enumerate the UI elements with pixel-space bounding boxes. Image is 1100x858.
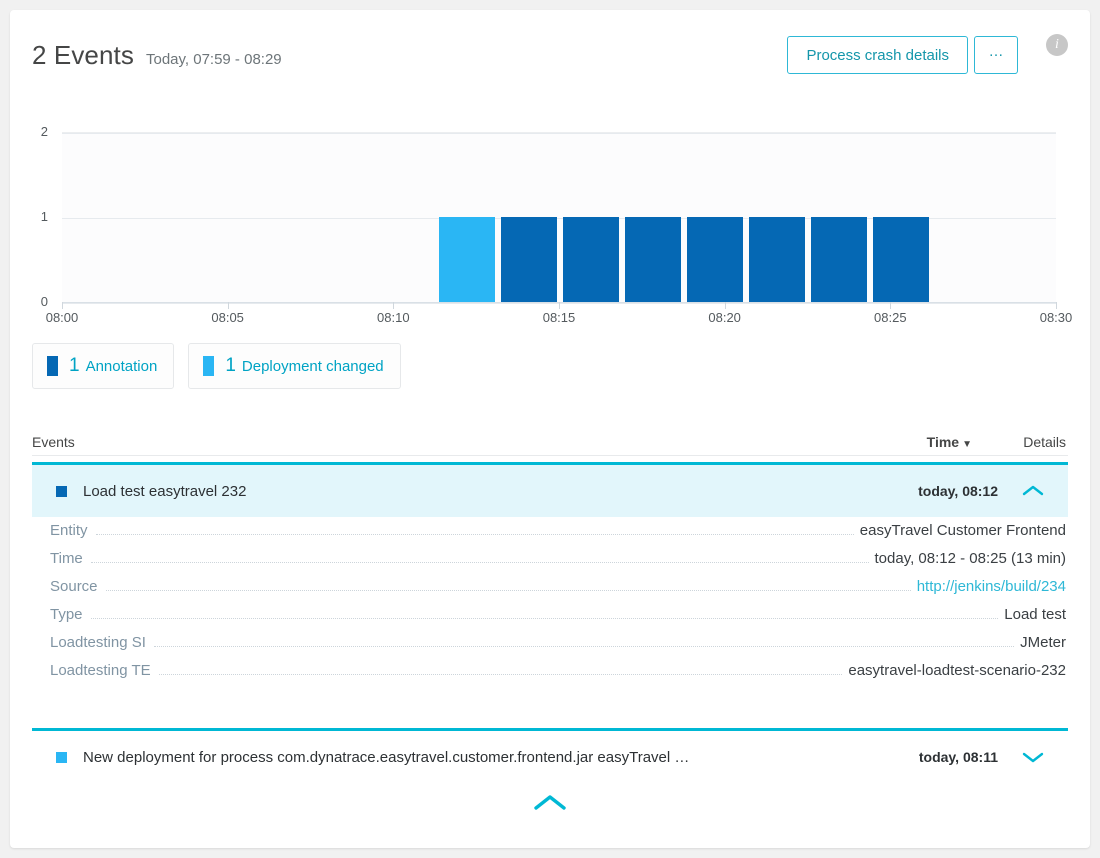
detail-row: Loadtesting TE easytravel-loadtest-scenar… — [32, 662, 1068, 690]
detail-leader-line — [153, 645, 1015, 647]
sort-descending-icon: ▼ — [962, 439, 972, 450]
detail-row: Type Load test — [32, 606, 1068, 634]
event-time: today, 08:12 — [918, 483, 998, 499]
detail-leader-line — [90, 617, 999, 619]
chart-x-tick — [227, 302, 229, 309]
detail-key: Source — [50, 578, 98, 595]
process-crash-details-button[interactable]: Process crash details — [787, 36, 968, 74]
event-title: Load test easytravel 232 — [83, 482, 247, 500]
legend-item-annotation[interactable]: 1 Annotation — [32, 343, 175, 389]
chart-x-tick-label: 08:00 — [45, 310, 79, 325]
expand-row-icon[interactable] — [998, 750, 1068, 764]
legend-label: Deployment changed — [241, 357, 384, 375]
chart-x-tick-label: 08:25 — [874, 310, 907, 325]
chart-x-tick — [890, 302, 892, 309]
chart-x-tick-label: 08:20 — [708, 310, 741, 325]
chart-y-tick-label: 1 — [40, 209, 48, 224]
detail-key: Time — [50, 550, 83, 567]
chart-y-tick-label: 0 — [40, 294, 48, 309]
detail-row: Entity easyTravel Customer Frontend — [32, 522, 1068, 550]
more-options-button[interactable]: … — [974, 36, 1018, 74]
chart-bar[interactable] — [501, 217, 557, 302]
detail-leader-line — [90, 561, 869, 563]
detail-value: Load test — [1004, 606, 1066, 623]
chart-x-tick — [393, 302, 395, 309]
detail-leader-line — [158, 673, 843, 675]
chart-x-tick-label: 08:30 — [1039, 310, 1073, 325]
chart-x-tick — [559, 302, 560, 309]
event-type-marker-icon — [56, 485, 67, 497]
detail-value: easyTravel Customer Frontend — [859, 522, 1066, 539]
detail-row: Time today, 08:12 - 08:25 (13 min) — [32, 550, 1068, 578]
column-header-time[interactable]: Time ▼ — [802, 434, 972, 455]
header-title-group: 2 Events Today, 07:59 - 08:29 — [32, 40, 282, 71]
detail-key: Type — [50, 606, 83, 623]
detail-value: easytravel-loadtest-scenario-232 — [848, 662, 1066, 679]
events-card: 2 Events Today, 07:59 - 08:29 Process cr… — [10, 10, 1090, 848]
chart-plot-area — [62, 132, 1056, 304]
events-table-header: Events Time ▼ Details — [32, 422, 1068, 456]
event-title: New deployment for process com.dynatrace… — [83, 748, 690, 766]
detail-leader-line — [95, 533, 854, 535]
column-header-time-label: Time — [926, 434, 960, 450]
chart-legend: 1 Annotation 1 Deployment changed — [32, 343, 415, 389]
chart-bar[interactable] — [749, 217, 805, 302]
collapse-row-icon[interactable] — [998, 484, 1068, 498]
legend-label: Annotation — [85, 357, 158, 375]
page-subtitle: Today, 07:59 - 08:29 — [145, 51, 282, 68]
column-header-details: Details — [1023, 434, 1066, 450]
chart-x-tick — [724, 302, 726, 309]
chart-x-tick-label: 08:15 — [542, 310, 576, 325]
table-row[interactable]: Load test easytravel 232 today, 08:12 — [32, 465, 1068, 517]
chart-x-tick — [1056, 302, 1057, 309]
chart-gridline — [62, 133, 1056, 134]
header-actions: Process crash details … — [787, 36, 1018, 74]
event-detail-list: Entity easyTravel Customer Frontend Time to… — [32, 522, 1068, 690]
chart-y-tick-label: 2 — [40, 124, 48, 139]
legend-item-deployment-changed[interactable]: 1 Deployment changed — [188, 343, 401, 389]
chart-x-tick — [62, 302, 63, 309]
chart-x-tick-label: 08:05 — [211, 310, 244, 325]
detail-value: today, 08:12 - 08:25 (13 min) — [874, 550, 1067, 567]
page-title: 2 Events — [32, 40, 134, 70]
event-type-marker-icon — [56, 751, 67, 763]
detail-leader-line — [105, 589, 911, 591]
detail-key: Loadtesting TE — [50, 662, 151, 679]
column-header-events[interactable]: Events — [32, 434, 802, 455]
legend-swatch-icon — [47, 356, 58, 376]
detail-value-link[interactable]: http://jenkins/build/234 — [917, 578, 1068, 595]
chart-bar[interactable] — [439, 217, 495, 302]
chart-bar[interactable] — [873, 217, 929, 302]
collapse-all-button[interactable] — [10, 792, 1090, 814]
table-row[interactable]: New deployment for process com.dynatrace… — [32, 731, 1068, 783]
info-icon[interactable]: i — [1046, 34, 1068, 56]
legend-count: 1 — [225, 355, 236, 376]
legend-swatch-icon — [203, 356, 215, 376]
events-bar-chart: 0 1 2 08:00 08:05 08:10 08:15 08:20 08:25 08:30 — [10, 120, 1090, 335]
chart-bar[interactable] — [811, 217, 867, 302]
chart-bar[interactable] — [563, 217, 619, 302]
detail-row: Source http://jenkins/build/234 — [32, 578, 1068, 606]
detail-key: Loadtesting SI — [50, 634, 146, 651]
event-time: today, 08:11 — [918, 749, 998, 765]
detail-key: Entity — [50, 522, 88, 539]
chart-x-tick-label: 08:10 — [377, 310, 410, 325]
legend-count: 1 — [69, 355, 80, 376]
detail-value: JMeter — [1020, 634, 1066, 651]
card-header: 2 Events Today, 07:59 - 08:29 Process cr… — [10, 10, 1090, 98]
detail-row: Loadtesting SI JMeter — [32, 634, 1068, 662]
chart-bar[interactable] — [687, 217, 743, 302]
chart-bar[interactable] — [625, 217, 681, 302]
